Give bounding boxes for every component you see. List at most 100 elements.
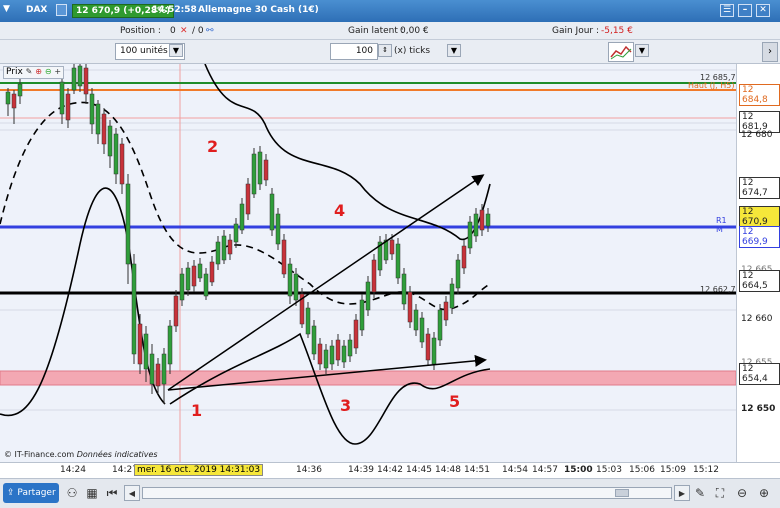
scroll-next-icon[interactable]: ▶ [674, 485, 690, 501]
candle-body [113, 133, 119, 175]
xtick-1445: 14:45 [406, 465, 432, 475]
position-close-icon[interactable]: ✕ [180, 26, 188, 36]
candle-body [209, 261, 215, 283]
zoom-plus-icon[interactable]: ⊕ [35, 67, 42, 76]
xtick-1439: 14:39 [348, 465, 374, 475]
share-button[interactable]: ⇪ Partager [3, 483, 59, 503]
yaxis-box-last-price: 12 670,9 [739, 206, 780, 228]
xtick-1457: 14:57 [532, 465, 558, 475]
candle-body [11, 93, 17, 109]
source-text: © IT-Finance.com [4, 450, 75, 459]
orange-line-label: Haut (J, H5) [688, 81, 735, 90]
close-icon[interactable]: ✕ [756, 4, 770, 17]
add-indicator-icon[interactable]: + [54, 67, 61, 76]
candle-body [269, 193, 275, 231]
annotation-2: 2 [207, 137, 219, 156]
zoom-in-icon[interactable]: ⊕ [756, 485, 772, 501]
chart-type-dropdown-icon[interactable]: ▼ [635, 44, 649, 57]
order-toolbar: 100 unités ▼ 100 ⇕ (x) ticks ▼ ▼ › [0, 40, 780, 64]
xtick-1436: 14:36 [296, 465, 322, 475]
candle-body [71, 67, 77, 91]
candle-body [311, 325, 317, 355]
yaxis-tick-12660: 12 660 [741, 314, 773, 324]
calculator-icon[interactable]: ▦ [84, 485, 100, 501]
candle-body [125, 183, 131, 265]
time-label: 14:52:58 [152, 5, 197, 15]
zoom-minus-icon[interactable]: ⊖ [45, 67, 52, 76]
draw-tool-icon[interactable]: ✎ [692, 485, 708, 501]
menu-icon[interactable]: ☰ [720, 4, 734, 17]
yaxis-box-support: 12 654,4 [739, 363, 780, 385]
candle-body [347, 339, 353, 357]
candle-body [101, 113, 107, 145]
candle-body [179, 273, 185, 301]
list-icon[interactable] [56, 4, 67, 16]
chevron-down-icon[interactable]: ▼ [3, 4, 10, 14]
support-zone [0, 370, 737, 386]
candle-body [305, 307, 311, 335]
day-gain-label: Gain Jour : [552, 26, 600, 36]
ticks-dropdown-icon[interactable]: ▼ [447, 44, 461, 57]
wrench-icon[interactable]: ✎ [26, 67, 33, 76]
scroll-left-icon[interactable]: ⏮ [104, 485, 120, 501]
candle-body [197, 263, 203, 279]
candle-body [143, 333, 149, 370]
candle-body [191, 265, 197, 287]
candle-body [479, 209, 485, 231]
xtick-1509: 15:09 [660, 465, 686, 475]
link-icon[interactable]: ⚯ [206, 26, 214, 36]
xtick-1448: 14:48 [435, 465, 461, 475]
price-plot[interactable]: Prix ✎ ⊕ ⊖ + 12 685,7 Haut (J, H5) R1 M … [0, 63, 737, 462]
candle-body [107, 125, 113, 157]
candle-body [245, 183, 251, 215]
candle-body [407, 291, 413, 323]
annotation-4: 4 [334, 201, 346, 220]
price-chart-svg[interactable] [0, 63, 737, 462]
candle-body [173, 295, 179, 327]
chart-type-icon[interactable] [608, 42, 634, 62]
candle-body [287, 263, 293, 297]
ticks-spinner-icon[interactable]: ⇕ [378, 44, 392, 57]
xtick-1503: 15:03 [596, 465, 622, 475]
binoculars-icon[interactable]: ⚇ [64, 485, 80, 501]
candle-body [323, 349, 329, 369]
position-toolbar: Position : 0 ✕ / 0 ⚯ Gain latent : 0,00 … [0, 22, 780, 40]
candle-body [95, 103, 101, 135]
candle-body [131, 263, 137, 355]
zoom-out-icon[interactable]: ⊖ [734, 485, 750, 501]
candle-body [161, 353, 167, 385]
middle-band-dashed [0, 101, 491, 311]
candle-body [251, 153, 257, 195]
latent-label: Gain latent : [348, 26, 404, 36]
chart-area[interactable]: Prix ✎ ⊕ ⊖ + 12 685,7 Haut (J, H5) R1 M … [0, 63, 780, 462]
candle-body [443, 301, 449, 321]
fit-icon[interactable]: ⛶ [712, 485, 728, 501]
scrollbar-thumb[interactable] [615, 489, 629, 497]
scroll-prev-icon[interactable]: ◀ [124, 485, 140, 501]
candle-body [341, 345, 347, 363]
time-scrollbar[interactable] [142, 487, 672, 499]
time-axis[interactable]: 14:24 14:27 mer. 16 oct. 2019 14:31:03 1… [0, 462, 780, 478]
source-note-text: Données indicatives [76, 450, 158, 459]
candle-body [329, 345, 335, 365]
candle-body [401, 273, 407, 305]
yaxis-tick-12650: 12 650 [741, 404, 776, 414]
minimize-icon[interactable]: – [738, 4, 752, 17]
candle-body [371, 259, 377, 293]
xtick-1424: 14:24 [60, 465, 86, 475]
collapse-panel-icon[interactable]: › [762, 42, 778, 62]
candle-body [77, 65, 83, 87]
candle-body [437, 309, 443, 341]
candle-body [137, 323, 143, 365]
units-dropdown-icon[interactable]: ▼ [169, 44, 183, 57]
candle-body [149, 353, 155, 385]
ticks-input[interactable]: 100 [330, 43, 378, 60]
candle-body [59, 81, 65, 115]
candle-body [425, 333, 431, 361]
position-label: Position : [120, 26, 161, 36]
price-axis[interactable]: 12 684,8 12 681,9 12 680 12 674,7 12 670… [736, 64, 780, 462]
xtick-1506: 15:06 [629, 465, 655, 475]
candle-body [293, 273, 299, 301]
position-value-2: / 0 [192, 26, 204, 36]
xtick-1454: 14:54 [502, 465, 528, 475]
